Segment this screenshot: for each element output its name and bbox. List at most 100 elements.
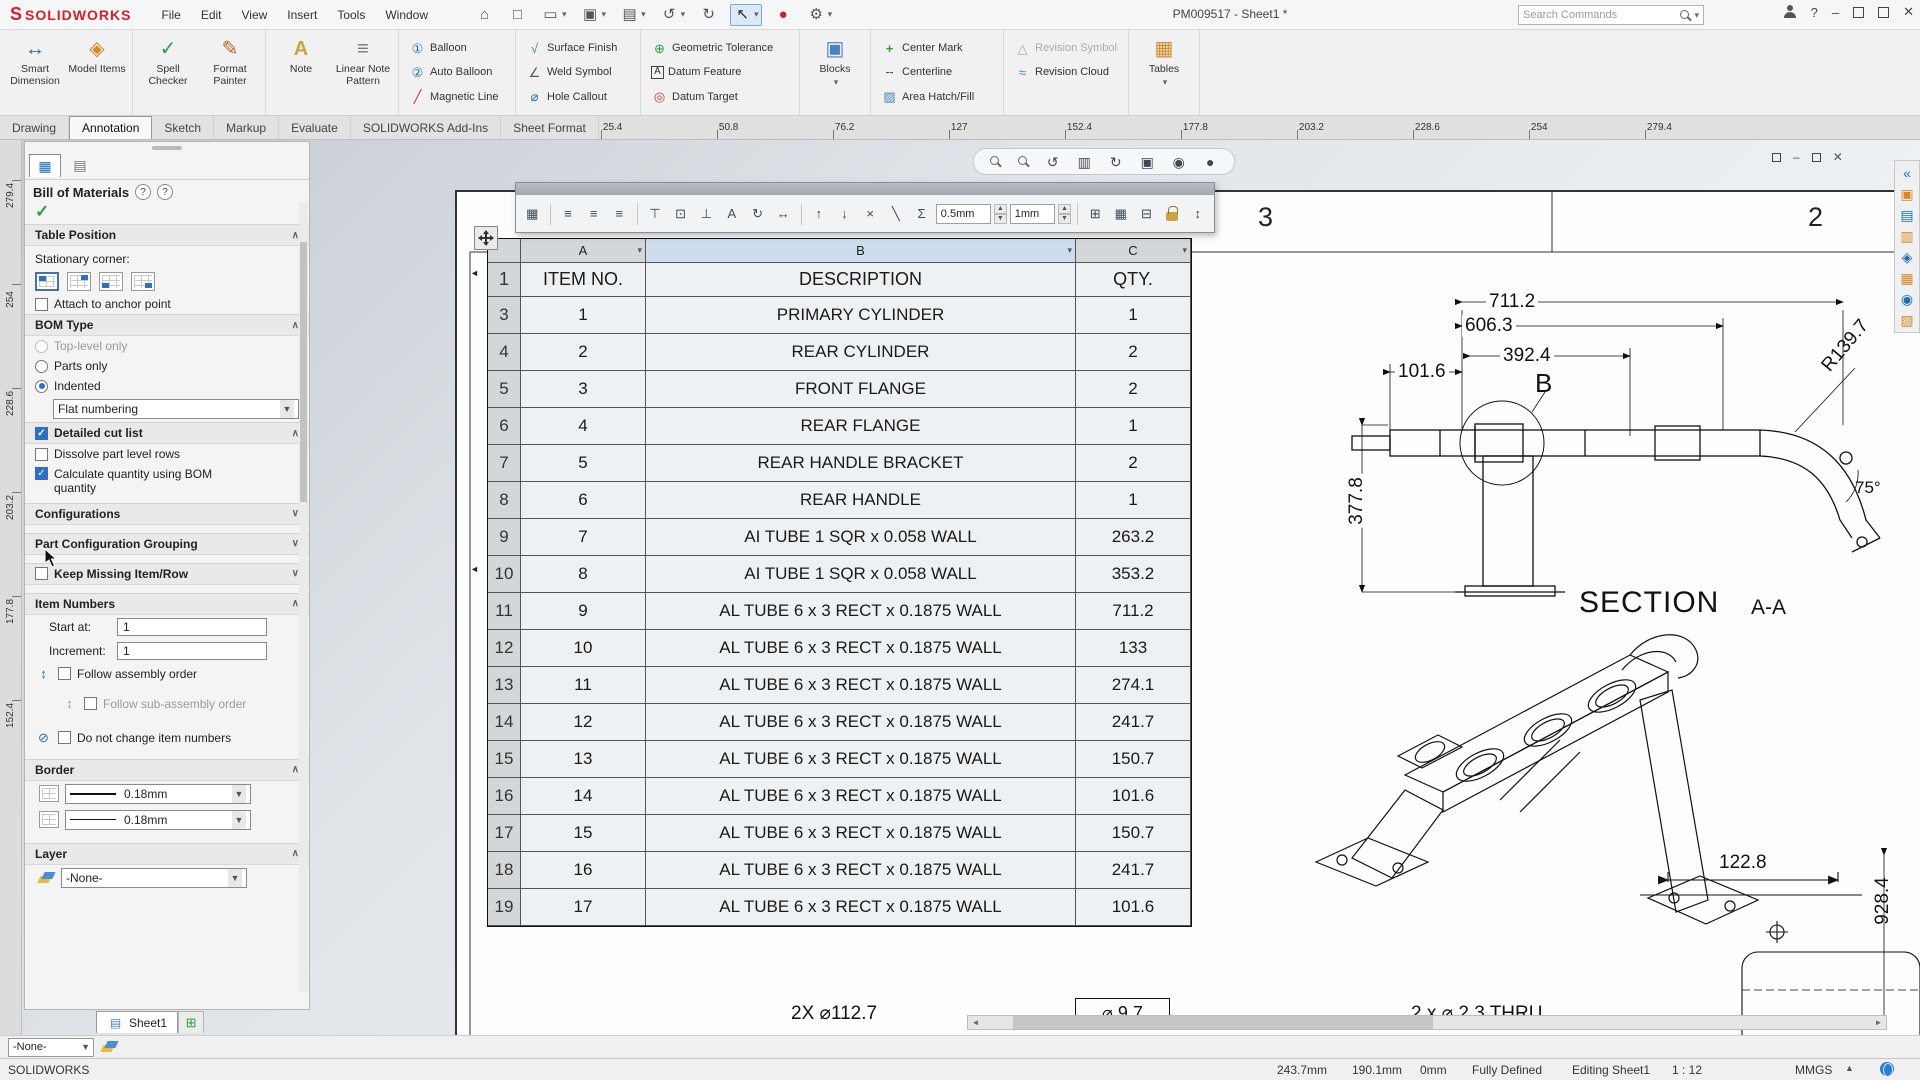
- bom-description-cell[interactable]: FRONT FLANGE: [646, 371, 1076, 408]
- rebuild-button[interactable]: ●: [772, 4, 795, 26]
- bom-item-cell[interactable]: 8: [521, 556, 646, 593]
- surface-finish-button[interactable]: √ Surface Finish: [522, 36, 634, 60]
- bom-qty-cell[interactable]: 150.7: [1076, 815, 1191, 852]
- revision-cloud-button[interactable]: ≈ Revision Cloud: [1010, 60, 1122, 84]
- linear-note-pattern-button[interactable]: ≡ Linear Note Pattern: [334, 33, 392, 112]
- dim-101[interactable]: 101.6: [1395, 361, 1449, 383]
- split-cell-icon[interactable]: ╲: [884, 202, 907, 225]
- bom-column-header-c[interactable]: C ▾: [1076, 239, 1191, 263]
- help-icon[interactable]: ?: [1811, 5, 1818, 20]
- bom-row-number[interactable]: 6: [488, 408, 521, 445]
- insert-table-icon[interactable]: ⊞: [1084, 202, 1107, 225]
- section-item-numbers[interactable]: Item Numbers ∧: [25, 592, 309, 615]
- borders-icon[interactable]: ▦: [1110, 202, 1133, 225]
- scrollbar-track[interactable]: [983, 1016, 1871, 1029]
- detailed-cut-list-checkbox[interactable]: ✓: [35, 426, 48, 440]
- corner-bottom-left-button[interactable]: [99, 272, 123, 291]
- dim-377[interactable]: 377.8: [1345, 474, 1368, 528]
- minimize-button[interactable]: –: [1832, 5, 1839, 20]
- bom-description-cell[interactable]: AL TUBE 6 x 3 RECT x 0.1875 WALL: [646, 778, 1076, 815]
- bom-row-number[interactable]: 16: [488, 778, 521, 815]
- doc-minimize-button[interactable]: –: [1793, 150, 1800, 164]
- bom-row-number[interactable]: 13: [488, 667, 521, 704]
- follow-sub-assembly-checkbox[interactable]: [84, 697, 97, 711]
- print-button[interactable]: ▤ ▾: [618, 4, 648, 26]
- revision-symbol-button[interactable]: △ Revision Symbol: [1010, 36, 1122, 60]
- delete-row-icon[interactable]: ×: [859, 202, 882, 225]
- bom-item-cell[interactable]: 10: [521, 630, 646, 667]
- bom-qty-cell[interactable]: 101.6: [1076, 889, 1191, 926]
- user-account-icon[interactable]: [1783, 5, 1797, 19]
- bom-item-cell[interactable]: 15: [521, 815, 646, 852]
- bom-row-number[interactable]: 1: [488, 263, 521, 297]
- globe-icon[interactable]: [1880, 1062, 1894, 1077]
- bom-header-cell[interactable]: ITEM NO.: [521, 263, 646, 297]
- bom-row-number[interactable]: 12: [488, 630, 521, 667]
- bom-description-cell[interactable]: PRIMARY CYLINDER: [646, 297, 1076, 334]
- bom-row-number[interactable]: 10: [488, 556, 521, 593]
- dim-392[interactable]: 392.4: [1500, 345, 1554, 367]
- doc-close-button[interactable]: ✕: [1833, 150, 1843, 164]
- dim-606[interactable]: 606.3: [1462, 315, 1516, 337]
- active-layer-dropdown[interactable]: -None- ▼: [8, 1037, 94, 1057]
- appearances-icon[interactable]: ▦: [1899, 270, 1916, 286]
- toolbar-drag-strip[interactable]: [516, 183, 1214, 195]
- dissolve-rows-checkbox[interactable]: [35, 447, 48, 461]
- bom-row-number[interactable]: 8: [488, 482, 521, 519]
- bom-qty-cell[interactable]: 263.2: [1076, 519, 1191, 556]
- close-button[interactable]: ✕: [1903, 4, 1914, 20]
- menu-file[interactable]: File: [161, 8, 180, 22]
- bom-row-number[interactable]: 17: [488, 815, 521, 852]
- file-explorer-icon[interactable]: ▥: [1899, 228, 1916, 244]
- bom-row-number[interactable]: 14: [488, 704, 521, 741]
- center-mark-button[interactable]: + Center Mark: [877, 36, 997, 60]
- bom-item-cell[interactable]: 5: [521, 445, 646, 482]
- bom-qty-cell[interactable]: 2: [1076, 445, 1191, 482]
- balloon-button[interactable]: ① Balloon: [405, 36, 509, 60]
- tables-button[interactable]: ▦ Tables ▾: [1135, 33, 1193, 112]
- section-border[interactable]: Border ∧: [25, 758, 309, 781]
- calculate-quantity-checkbox[interactable]: ✓: [35, 467, 48, 480]
- grid-thickness-dropdown[interactable]: 0.18mm ▼: [65, 809, 251, 830]
- dim-122[interactable]: 122.8: [1716, 852, 1770, 874]
- bom-qty-cell[interactable]: 133: [1076, 630, 1191, 667]
- bom-item-cell[interactable]: 3: [521, 371, 646, 408]
- menu-tools[interactable]: Tools: [337, 8, 365, 22]
- column-chevron-icon[interactable]: ▾: [637, 245, 642, 256]
- scrollbar-thumb[interactable]: [1013, 1016, 1433, 1029]
- bom-row-number[interactable]: 15: [488, 741, 521, 778]
- bom-column-header-b[interactable]: B ▾: [646, 239, 1076, 263]
- bom-item-cell[interactable]: 9: [521, 593, 646, 630]
- bom-qty-cell[interactable]: 353.2: [1076, 556, 1191, 593]
- table-move-handle[interactable]: [474, 226, 498, 250]
- bom-description-cell[interactable]: AL TUBE 6 x 3 RECT x 0.1875 WALL: [646, 815, 1076, 852]
- save-button[interactable]: ▣ ▾: [579, 4, 609, 26]
- parts-only-radio[interactable]: [35, 359, 48, 373]
- section-keep-missing[interactable]: Keep Missing Item/Row ∨: [25, 562, 309, 585]
- corner-bottom-right-button[interactable]: [131, 272, 155, 291]
- layer-properties-icon[interactable]: [102, 1040, 118, 1054]
- align-right-icon[interactable]: ≡: [608, 202, 631, 225]
- note-2x-dia[interactable]: 2X ⌀112.7: [788, 1002, 881, 1025]
- bom-column-header-a[interactable]: A ▾: [521, 239, 646, 263]
- bom-qty-cell[interactable]: 101.6: [1076, 778, 1191, 815]
- auto-balloon-button[interactable]: ② Auto Balloon: [405, 60, 509, 84]
- bom-qty-cell[interactable]: 1: [1076, 297, 1191, 334]
- feature-tree-tab[interactable]: ▤: [64, 154, 96, 177]
- attach-anchor-checkbox[interactable]: [35, 297, 48, 311]
- menu-edit[interactable]: Edit: [201, 8, 222, 22]
- indented-radio[interactable]: [35, 379, 48, 393]
- view-palette-icon[interactable]: ◈: [1899, 249, 1916, 265]
- undo-button[interactable]: ↺ ▾: [658, 4, 688, 26]
- bom-description-cell[interactable]: REAR FLANGE: [646, 408, 1076, 445]
- text-height-icon[interactable]: A: [721, 202, 744, 225]
- bom-row-number[interactable]: 9: [488, 519, 521, 556]
- bom-description-cell[interactable]: AI TUBE 1 SQR x 0.058 WALL: [646, 556, 1076, 593]
- search-commands-box[interactable]: Search Commands ▾: [1518, 5, 1704, 25]
- bom-description-cell[interactable]: AL TUBE 6 x 3 RECT x 0.1875 WALL: [646, 593, 1076, 630]
- bom-table[interactable]: A ▾ B ▾ C ▾ 1 ITEM NO. DESCRIPTION QTY. 3 1…: [487, 238, 1192, 927]
- bom-header-cell[interactable]: QTY.: [1076, 263, 1191, 297]
- ok-check-icon[interactable]: ✓: [25, 202, 309, 224]
- select-tool-button[interactable]: ↖ ▾: [730, 3, 762, 26]
- section-table-position[interactable]: Table Position ∧: [25, 224, 309, 246]
